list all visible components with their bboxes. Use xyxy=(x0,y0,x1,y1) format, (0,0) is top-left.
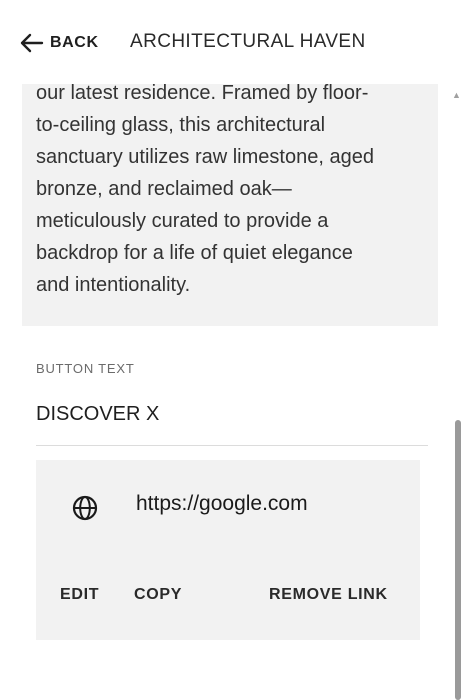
edit-link-button[interactable]: EDIT xyxy=(60,586,99,604)
arrow-left-icon xyxy=(18,32,44,54)
link-editor-panel: BACK ARCHITECTURAL HAVEN our latest resi… xyxy=(0,0,461,700)
description-textarea[interactable]: our latest residence. Framed by floor- t… xyxy=(22,84,438,326)
remove-link-button[interactable]: REMOVE LINK xyxy=(269,586,388,604)
scrollbar[interactable]: ▲ xyxy=(452,84,461,700)
panel-header: BACK ARCHITECTURAL HAVEN xyxy=(0,0,461,84)
button-text-input[interactable]: DISCOVER X xyxy=(36,394,428,446)
globe-icon xyxy=(72,495,98,521)
description-text: our latest residence. Framed by floor- t… xyxy=(36,84,374,296)
back-button[interactable]: BACK xyxy=(18,28,99,58)
page-title: ARCHITECTURAL HAVEN xyxy=(130,31,366,52)
copy-link-button[interactable]: COPY xyxy=(134,586,182,604)
button-text-label: BUTTON TEXT xyxy=(36,361,135,376)
link-url[interactable]: https://google.com xyxy=(136,492,308,516)
back-label: BACK xyxy=(50,34,99,51)
scroll-up-icon[interactable]: ▲ xyxy=(452,90,461,100)
scrollbar-thumb[interactable] xyxy=(455,420,461,700)
link-card: https://google.com EDIT COPY REMOVE LINK xyxy=(36,460,420,640)
